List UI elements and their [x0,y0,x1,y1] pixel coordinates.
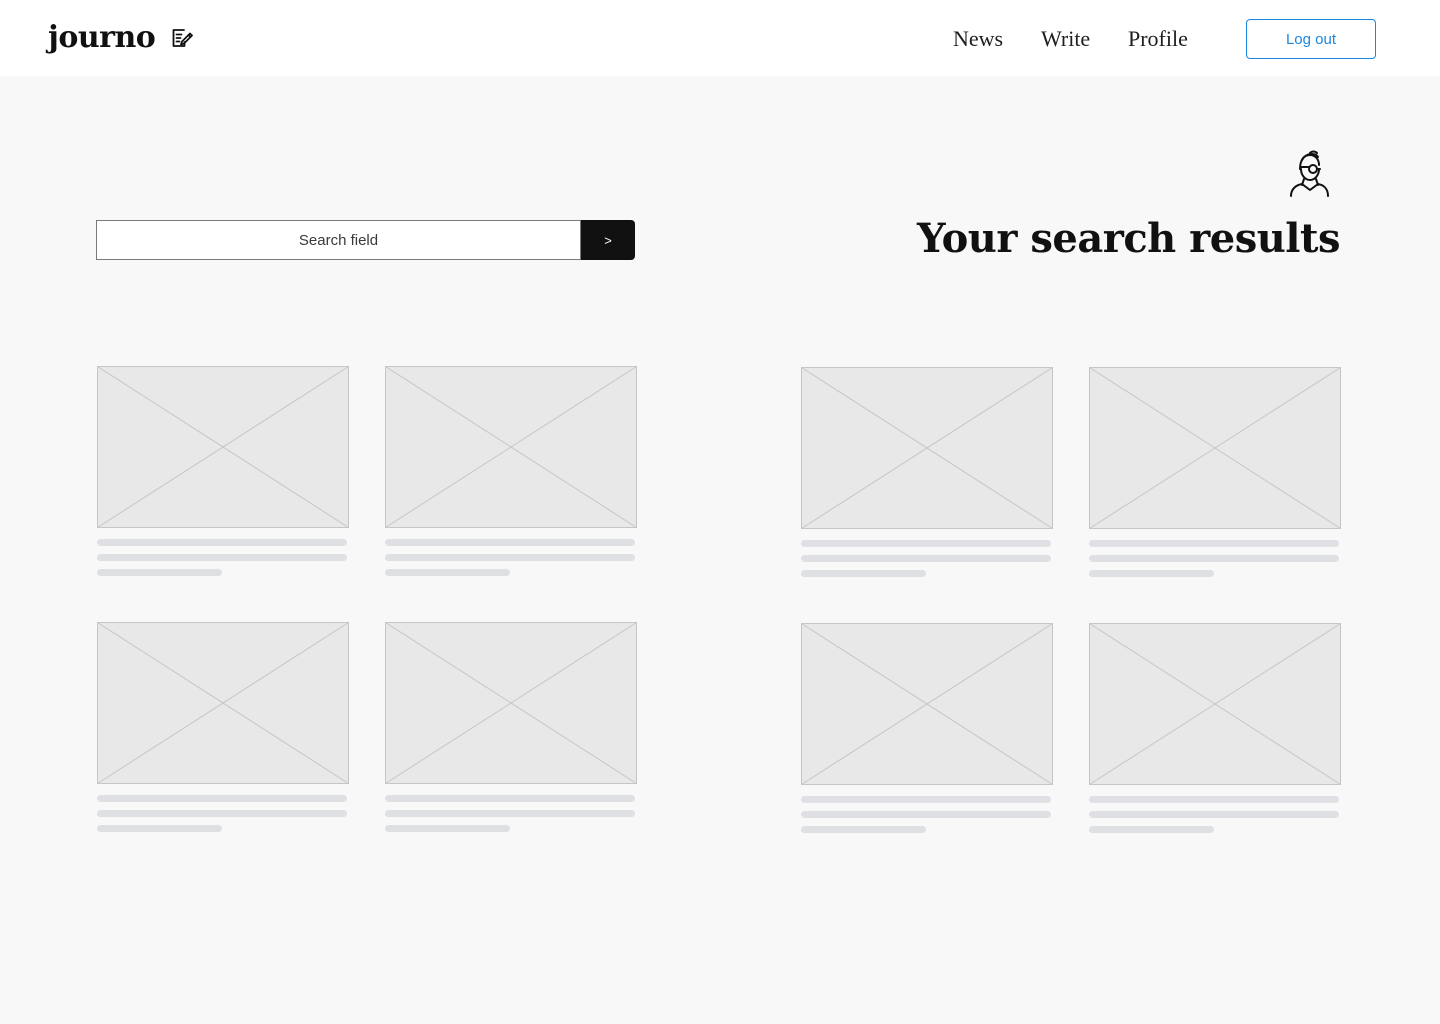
page-title: Your search results [917,215,1340,262]
logout-button[interactable]: Log out [1246,19,1376,59]
image-placeholder [1089,367,1341,529]
text-placeholder-line [801,826,926,833]
search-input[interactable] [96,220,581,260]
text-placeholder-line [1089,826,1214,833]
edit-note-icon [172,29,194,47]
text-placeholder-line [801,570,926,577]
image-placeholder [801,623,1053,785]
text-placeholder-line [385,825,510,832]
text-placeholder-line [1089,540,1339,547]
nav-news[interactable]: News [953,24,1003,54]
search-submit-button[interactable]: > [581,220,635,260]
logo-text: journo [48,20,156,55]
image-placeholder [97,622,349,784]
text-placeholder-line [385,539,635,546]
text-placeholder-line [1089,811,1339,818]
result-card[interactable] [97,366,349,578]
text-placeholder-line [1089,570,1214,577]
text-placeholder-line [801,555,1051,562]
text-placeholder-line [801,540,1051,547]
image-placeholder [1089,623,1341,785]
image-placeholder [97,366,349,528]
text-placeholder-line [97,554,347,561]
nav-write[interactable]: Write [1041,24,1090,54]
text-placeholder-line [385,554,635,561]
logo[interactable]: journo [48,18,194,58]
nav-profile[interactable]: Profile [1128,24,1188,54]
text-placeholder-line [97,810,347,817]
text-placeholder-line [801,811,1051,818]
text-placeholder-line [385,795,635,802]
text-placeholder-line [97,569,222,576]
top-navbar: journo News Write Profile Log out [0,0,1440,76]
text-placeholder-line [97,825,222,832]
result-card[interactable] [97,622,349,834]
result-card[interactable] [801,623,1053,835]
result-card[interactable] [1089,623,1341,835]
result-card[interactable] [385,622,637,834]
text-placeholder-line [97,795,347,802]
text-placeholder-line [385,569,510,576]
image-placeholder [801,367,1053,529]
text-placeholder-line [97,539,347,546]
image-placeholder [385,366,637,528]
result-card[interactable] [385,366,637,578]
user-avatar-icon [1290,150,1329,197]
text-placeholder-line [385,810,635,817]
result-card[interactable] [1089,367,1341,579]
result-card[interactable] [801,367,1053,579]
image-placeholder [385,622,637,784]
text-placeholder-line [801,796,1051,803]
text-placeholder-line [1089,796,1339,803]
text-placeholder-line [1089,555,1339,562]
